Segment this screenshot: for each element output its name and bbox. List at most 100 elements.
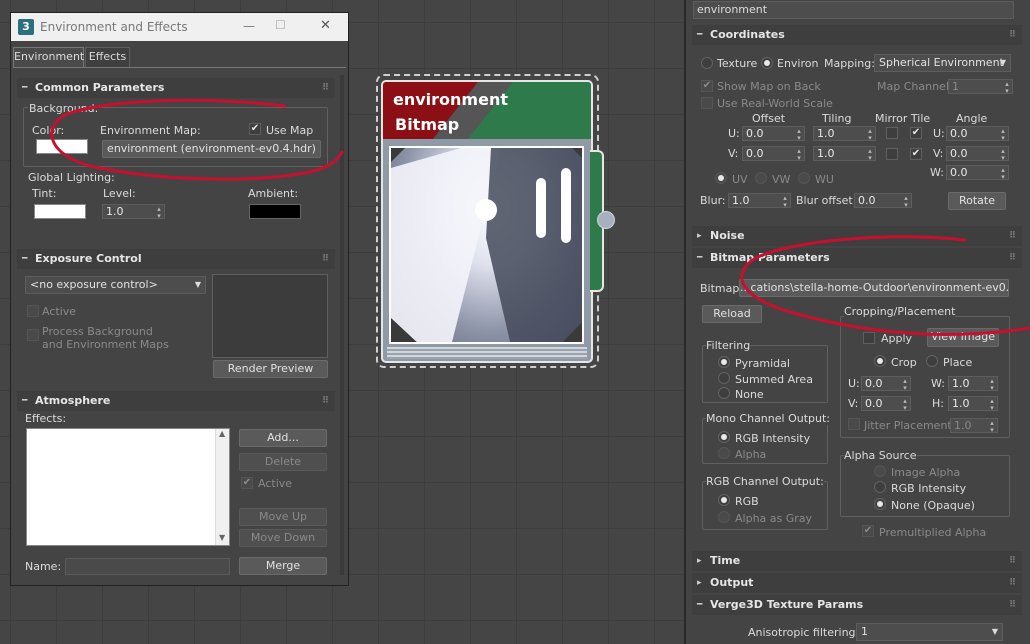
v-mirror-checkbox[interactable] (886, 148, 898, 160)
tab-environment[interactable]: Environment (13, 47, 84, 67)
u-angle-spinner[interactable]: 0.0 (946, 126, 1009, 141)
rgb-output-title: RGB Channel Output: (706, 475, 824, 488)
crop-radio[interactable] (874, 355, 886, 367)
map-channel-spinner[interactable]: 1 (948, 79, 1013, 94)
crop-v-spinner[interactable]: 0.0 (861, 396, 911, 411)
merge-button[interactable]: Merge (239, 557, 327, 575)
mono-rgb-radio[interactable] (718, 431, 730, 443)
blur-spinner[interactable]: 1.0 (728, 193, 791, 208)
bitmap-path-button[interactable]: ...cations\stella-home-Outdoor\environme… (739, 279, 1009, 297)
close-icon[interactable]: ✕ (320, 18, 331, 33)
mapping-label: Mapping: (824, 57, 875, 70)
filter-pyramidal-radio[interactable] (718, 356, 730, 368)
environ-radio[interactable] (761, 57, 773, 69)
node-header[interactable]: environment Bitmap (383, 82, 591, 139)
maximize-icon[interactable]: ☐ (275, 18, 286, 32)
rollout-title: Time (710, 554, 741, 567)
tint-color-swatch[interactable] (34, 204, 86, 219)
uv-radio[interactable] (715, 172, 727, 184)
rollout-noise[interactable]: ▸ Noise ⠿ (692, 226, 1022, 246)
rollout-coordinates[interactable]: ━ Coordinates ⠿ (692, 25, 1022, 45)
v-angle-spinner[interactable]: 0.0 (946, 146, 1009, 161)
jitter-checkbox[interactable] (848, 418, 860, 430)
u-mirror-checkbox[interactable] (886, 127, 898, 139)
v-tiling-spinner[interactable]: 1.0 (813, 146, 876, 161)
vw-radio[interactable] (755, 172, 767, 184)
filter-summed-radio[interactable] (718, 372, 730, 384)
crop-u-spinner[interactable]: 0.0 (861, 376, 911, 391)
exposure-active-checkbox[interactable] (27, 305, 39, 317)
cropping-title: Cropping/Placement (844, 305, 956, 318)
level-label: Level: (103, 187, 136, 200)
node-output-socket[interactable] (597, 211, 615, 229)
use-map-checkbox[interactable]: ✔ (249, 123, 261, 135)
alpha-none-radio[interactable] (874, 498, 886, 510)
crop-h-spinner[interactable]: 1.0 (948, 396, 998, 411)
move-down-button[interactable]: Move Down (239, 529, 327, 547)
v-offset-spinner[interactable]: 0.0 (742, 146, 805, 161)
show-map-checkbox[interactable]: ✔ (701, 80, 713, 92)
premultiplied-checkbox[interactable]: ✔ (862, 525, 874, 537)
rotate-button[interactable]: Rotate (948, 192, 1006, 210)
crop-w-spinner[interactable]: 1.0 (948, 376, 998, 391)
name-input[interactable] (65, 558, 230, 575)
effects-list[interactable]: ▲ ▼ (26, 428, 230, 546)
rgb-alpha-gray-radio[interactable] (718, 511, 730, 523)
node-thumbnail[interactable] (389, 146, 584, 344)
alpha-rgb-radio[interactable] (874, 481, 886, 493)
exposure-control-dropdown[interactable]: <no exposure control> ▼ (25, 276, 206, 294)
chevron-down-icon: ▼ (194, 280, 201, 289)
rollout-time[interactable]: ▸ Time ⠿ (692, 551, 1022, 571)
ambient-color-swatch[interactable] (249, 204, 301, 219)
texture-radio[interactable] (701, 57, 713, 69)
scroll-up-icon[interactable]: ▲ (219, 429, 225, 438)
mapping-dropdown[interactable]: Spherical Environment ▼ (874, 54, 1011, 72)
collapse-icon: ━ (22, 83, 28, 93)
minimize-icon[interactable]: — (243, 19, 255, 33)
apply-label: Apply (881, 332, 913, 345)
process-background-checkbox[interactable] (27, 329, 39, 341)
rgb-rgb-radio[interactable] (718, 494, 730, 506)
material-parameters-panel: environment ━ Coordinates ⠿ Texture Envi… (684, 0, 1030, 644)
v-tile-checkbox[interactable]: ✔ (910, 148, 922, 160)
rollout-exposure-control[interactable]: ━ Exposure Control ⠿ (17, 249, 335, 269)
move-up-button[interactable]: Move Up (239, 508, 327, 526)
rollout-bitmap-parameters[interactable]: ━ Bitmap Parameters ⠿ (692, 248, 1022, 268)
apply-checkbox[interactable] (863, 332, 875, 344)
background-color-swatch[interactable] (36, 139, 88, 154)
w-angle-spinner[interactable]: 0.0 (946, 165, 1009, 180)
rollout-common-parameters[interactable]: ━ Common Parameters ⠿ (17, 78, 335, 98)
scrollbar[interactable]: ▲ ▼ (215, 429, 229, 545)
u-tiling-spinner[interactable]: 1.0 (813, 126, 876, 141)
level-spinner[interactable]: 1.0 (102, 204, 165, 219)
render-preview-button[interactable]: Render Preview (213, 360, 328, 378)
scroll-down-icon[interactable]: ▼ (219, 533, 225, 542)
u-tile-checkbox[interactable]: ✔ (910, 127, 922, 139)
rollout-verge3d[interactable]: ━ Verge3D Texture Params ⠿ (692, 595, 1022, 615)
mono-alpha-radio[interactable] (718, 447, 730, 459)
alpha-image-radio[interactable] (874, 465, 886, 477)
anisotropic-dropdown[interactable]: 1 ▼ (856, 623, 1003, 641)
filter-none-radio[interactable] (718, 387, 730, 399)
u-label: U: (728, 127, 740, 140)
add-effect-button[interactable]: Add... (239, 429, 327, 447)
place-radio[interactable] (926, 355, 938, 367)
rollout-atmosphere[interactable]: ━ Atmosphere ⠿ (17, 391, 335, 411)
environment-map-button[interactable]: environment (environment-ev0.4.hdr) (102, 140, 321, 158)
effect-active-checkbox[interactable]: ✔ (241, 477, 253, 489)
window-scrollbar[interactable] (340, 75, 344, 575)
blur-offset-spinner[interactable]: 0.0 (854, 193, 912, 208)
view-image-button[interactable]: View Image (927, 328, 999, 347)
rollout-output[interactable]: ▸ Output ⠿ (692, 573, 1022, 593)
wu-radio[interactable] (798, 172, 810, 184)
reload-button[interactable]: Reload (702, 305, 762, 323)
delete-effect-button[interactable]: Delete (239, 453, 327, 471)
jitter-spinner[interactable]: 1.0 (950, 418, 998, 433)
rollout-title: Exposure Control (35, 252, 142, 265)
real-world-checkbox[interactable] (701, 97, 713, 109)
window-titlebar[interactable]: 3 Environment and Effects — ☐ ✕ (11, 13, 348, 41)
u-offset-spinner[interactable]: 0.0 (742, 126, 805, 141)
tab-effects[interactable]: Effects (85, 47, 130, 67)
map-name-field[interactable]: environment (693, 1, 1014, 19)
bitmap-node[interactable]: environment Bitmap (381, 80, 593, 363)
